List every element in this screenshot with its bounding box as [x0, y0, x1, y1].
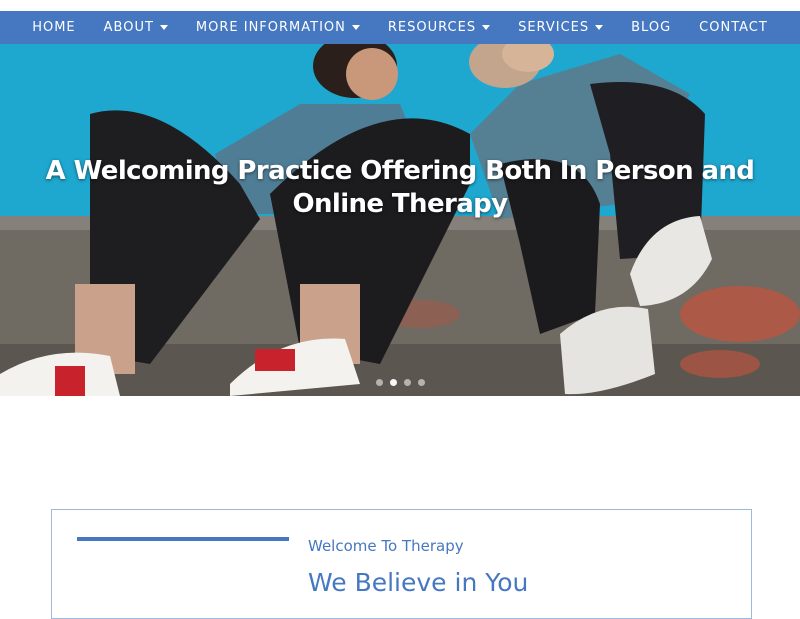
nav-item-more-information[interactable]: MORE INFORMATION [196, 11, 360, 44]
welcome-card: Welcome To Therapy We Believe in You [51, 509, 752, 619]
nav-item-label: HOME [32, 20, 76, 35]
slider-dot[interactable] [376, 379, 383, 386]
nav-item-services[interactable]: SERVICES [518, 11, 604, 44]
caret-down-icon [351, 25, 360, 30]
slider-dot[interactable] [404, 379, 411, 386]
caret-down-icon [482, 25, 491, 30]
nav-item-about[interactable]: ABOUT [104, 11, 168, 44]
nav-item-label: MORE INFORMATION [195, 20, 346, 35]
hero-slider: A Welcoming Practice Offering Both In Pe… [0, 44, 800, 396]
slider-dot-active[interactable] [390, 379, 397, 386]
top-strip [0, 0, 800, 11]
main-navbar: HOME ABOUT MORE INFORMATION RESOURCES SE… [0, 11, 800, 44]
caret-down-icon [159, 25, 168, 30]
welcome-subtitle: Welcome To Therapy [308, 537, 464, 555]
slider-dot[interactable] [418, 379, 425, 386]
nav-item-label: BLOG [631, 20, 672, 35]
nav-item-label: RESOURCES [387, 20, 477, 35]
nav-item-home[interactable]: HOME [32, 11, 75, 44]
slider-pagination [376, 379, 425, 386]
nav-item-label: ABOUT [103, 20, 154, 35]
accent-rule [77, 537, 289, 541]
caret-down-icon [595, 25, 604, 30]
hero-title: A Welcoming Practice Offering Both In Pe… [45, 156, 755, 220]
nav-item-label: CONTACT [699, 20, 768, 35]
nav-item-resources[interactable]: RESOURCES [387, 11, 491, 44]
nav-menu: HOME ABOUT MORE INFORMATION RESOURCES SE… [0, 11, 800, 44]
nav-item-blog[interactable]: BLOG [631, 11, 671, 44]
nav-item-label: SERVICES [518, 20, 590, 35]
nav-item-contact[interactable]: CONTACT [699, 11, 768, 44]
welcome-heading: We Believe in You [308, 568, 529, 597]
